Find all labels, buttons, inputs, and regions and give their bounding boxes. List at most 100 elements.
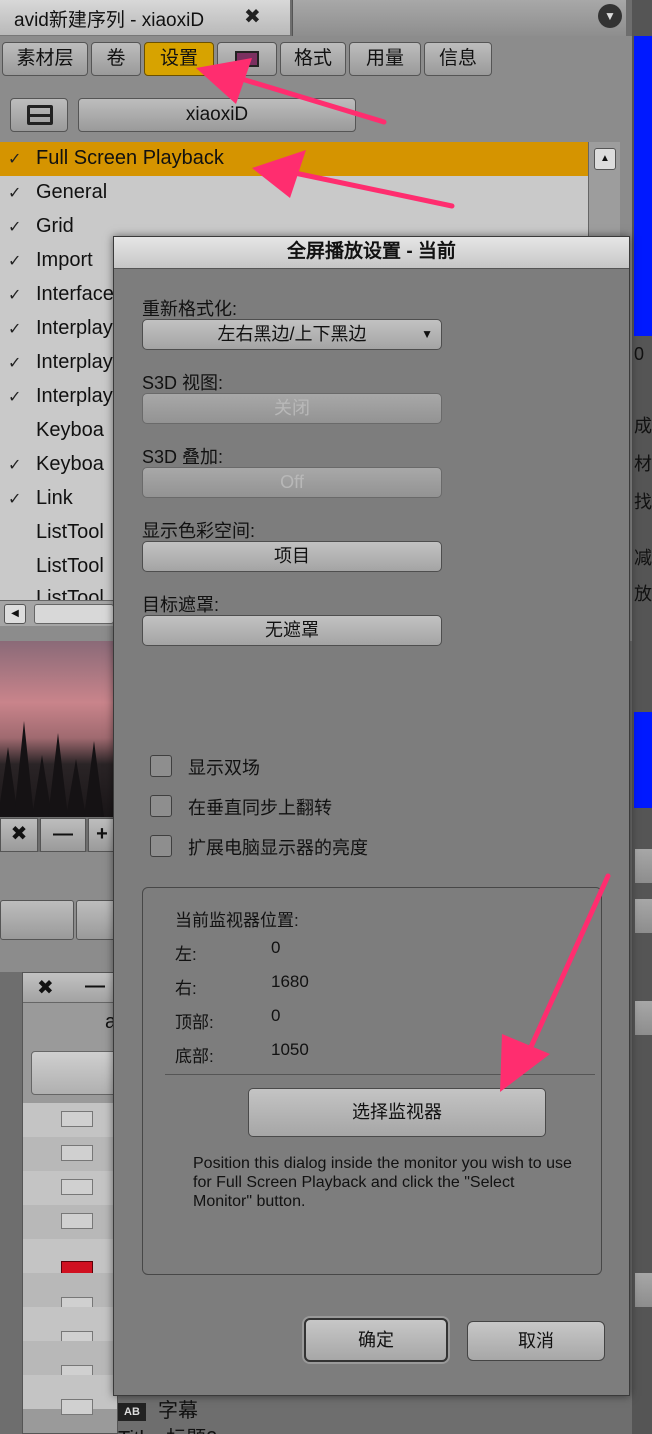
check-icon: ✓: [8, 389, 22, 406]
right-char: 材: [634, 454, 652, 474]
tab-settings[interactable]: 设置: [144, 42, 214, 76]
check-icon: ✓: [8, 151, 22, 168]
background-button[interactable]: [76, 900, 116, 940]
check-icon: ✓: [8, 321, 22, 338]
bin-title-row[interactable]: AB 字幕: [118, 1394, 198, 1423]
window-title-tab[interactable]: avid新建序列 - xiaoxiD ✖: [0, 0, 290, 36]
tab-format[interactable]: 格式: [280, 42, 346, 76]
bin-row[interactable]: [23, 1103, 117, 1137]
list-item-label: ListTool: [36, 587, 104, 600]
tree-silhouette: [84, 741, 104, 817]
monitor-bottom-value: 1050: [271, 1040, 309, 1059]
tab-bar-empty: ▼: [292, 0, 626, 36]
color-space-dropdown[interactable]: 项目: [142, 541, 442, 572]
divider: [165, 1074, 595, 1075]
monitor-left-value: 0: [271, 938, 281, 957]
dialog-title[interactable]: 全屏播放设置 - 当前: [114, 237, 629, 269]
window-title: avid新建序列 - xiaoxiD: [14, 10, 205, 31]
bin-row[interactable]: [23, 1375, 117, 1415]
list-item-label: ListTool: [36, 555, 104, 577]
bin-row[interactable]: [23, 1273, 117, 1313]
right-edge-button[interactable]: [634, 1272, 652, 1308]
clip-thumb: [61, 1145, 93, 1161]
cancel-button[interactable]: 取消: [467, 1321, 605, 1361]
tree-silhouette: [66, 759, 86, 817]
bin-row[interactable]: [23, 1171, 117, 1205]
tab-monitor[interactable]: [217, 42, 277, 76]
scroll-thumb[interactable]: [34, 604, 114, 624]
tree-silhouette: [14, 721, 34, 817]
flip-on-vsync-checkbox[interactable]: [150, 795, 172, 817]
scroll-up-icon[interactable]: ▲: [594, 148, 616, 170]
s3d-view-label: S3D 视图:: [142, 373, 224, 393]
monitor-left-label: 左:: [175, 945, 197, 964]
monitor-top-value: 0: [271, 1006, 281, 1025]
show-both-fields-label: 显示双场: [188, 758, 260, 778]
right-edge-button[interactable]: [634, 1000, 652, 1036]
check-icon: ✓: [8, 185, 22, 202]
expand-panel-button[interactable]: +: [88, 818, 116, 852]
ok-button[interactable]: 确定: [304, 1318, 448, 1362]
background-button[interactable]: [0, 900, 74, 940]
show-both-fields-checkbox[interactable]: [150, 755, 172, 777]
list-item-label: Full Screen Playback: [36, 147, 224, 169]
right-char: 成: [634, 416, 652, 436]
title-badge-icon: AB: [118, 1402, 146, 1421]
user-dropdown[interactable]: xiaoxiD: [78, 98, 356, 132]
select-monitor-button[interactable]: 选择监视器: [248, 1088, 546, 1137]
monitor-icon: [235, 50, 259, 67]
right-edge-button[interactable]: [634, 848, 652, 884]
minimize-panel-button[interactable]: —: [40, 818, 86, 852]
list-item-label: Import: [36, 249, 93, 271]
bin-title-row-2[interactable]: Title: 标题2: [118, 1422, 217, 1434]
right-char: 找: [634, 492, 652, 512]
list-item-label: Link: [36, 487, 73, 509]
bin-window: ✖ — a: [22, 972, 121, 1434]
scroll-left-icon[interactable]: ◀: [4, 604, 26, 624]
check-icon: ✓: [8, 253, 22, 270]
list-item-label: Interplay: [36, 351, 113, 373]
bin-row[interactable]: [23, 1205, 117, 1239]
tab-info[interactable]: 信息: [424, 42, 492, 76]
check-icon: ✓: [8, 457, 22, 474]
bin-close-icon[interactable]: ✖: [37, 975, 54, 1000]
tab-reel[interactable]: 卷: [91, 42, 141, 76]
monitor-top-label: 顶部:: [175, 1013, 214, 1032]
chevron-down-icon[interactable]: ▼: [598, 4, 622, 28]
right-char: 减: [634, 548, 652, 568]
right-edge-button[interactable]: [634, 898, 652, 934]
tab-usage[interactable]: 用量: [349, 42, 421, 76]
bin-row[interactable]: [23, 1239, 117, 1277]
flip-on-vsync-label: 在垂直同步上翻转: [188, 798, 332, 818]
clip-thumb: [61, 1179, 93, 1195]
close-panel-button[interactable]: ✖: [0, 818, 38, 852]
list-item-full-screen-playback[interactable]: ✓ Full Screen Playback: [0, 142, 588, 176]
close-tab-icon[interactable]: ✖: [244, 4, 261, 29]
check-icon: ✓: [8, 355, 22, 372]
bin-row[interactable]: [23, 1307, 117, 1347]
list-item[interactable]: ✓ General: [0, 176, 588, 210]
clip-thumb: [61, 1213, 93, 1229]
select-monitor-help-text: Position this dialog inside the monitor …: [193, 1155, 572, 1210]
list-item-label: Interface: [36, 283, 114, 305]
view-toggle-button[interactable]: [10, 98, 68, 132]
s3d-view-dropdown[interactable]: 关闭: [142, 393, 442, 424]
extend-brightness-label: 扩展电脑显示器的亮度: [188, 838, 368, 858]
target-mask-dropdown[interactable]: 无遮罩: [142, 615, 442, 646]
monitor-bottom-label: 底部:: [175, 1047, 214, 1066]
reformat-value: 左右黑边/上下黑边: [217, 324, 367, 344]
check-icon: ✓: [8, 491, 22, 508]
s3d-overlay-dropdown[interactable]: Off: [142, 467, 442, 498]
bin-row[interactable]: [23, 1137, 117, 1171]
list-item-label: Keyboa: [36, 419, 104, 441]
bin-column-header[interactable]: [31, 1051, 121, 1095]
right-char: 0: [634, 344, 645, 364]
tab-bin[interactable]: 素材层: [2, 42, 88, 76]
list-item-label: Interplay: [36, 385, 113, 407]
extend-brightness-checkbox[interactable]: [150, 835, 172, 857]
bin-minimize-icon[interactable]: —: [85, 975, 105, 998]
reformat-dropdown[interactable]: 左右黑边/上下黑边 ▼: [142, 319, 442, 350]
bin-row[interactable]: [23, 1341, 117, 1381]
title-row-label: 字幕: [158, 1400, 198, 1422]
clip-thumb: [61, 1399, 93, 1415]
